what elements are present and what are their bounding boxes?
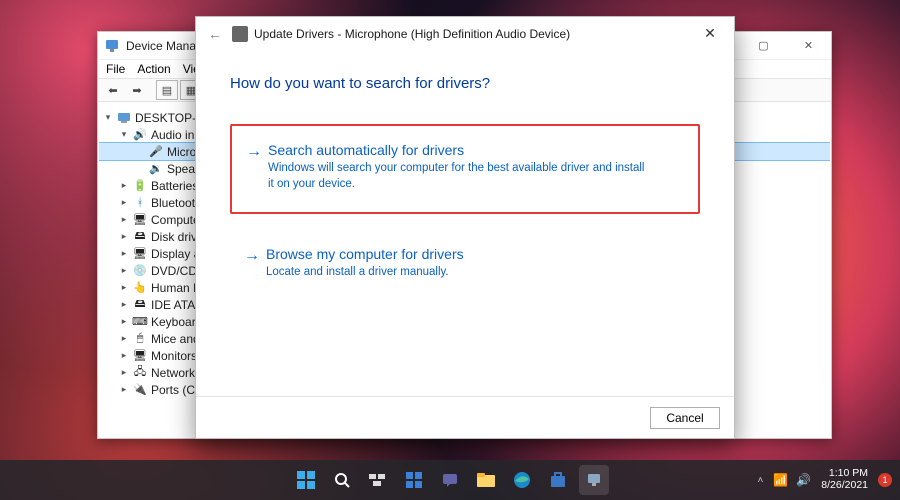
speaker-icon: 🔊 bbox=[132, 128, 148, 142]
keyboard-icon: ⌨ bbox=[132, 315, 148, 329]
dialog-heading: How do you want to search for drivers? bbox=[230, 75, 700, 92]
nav-back-icon[interactable]: ⬅ bbox=[102, 80, 124, 100]
chevron-right-icon[interactable]: ▸ bbox=[117, 350, 131, 361]
explorer-icon[interactable] bbox=[471, 465, 501, 495]
option-title: Search automatically for drivers bbox=[268, 142, 648, 158]
microphone-icon: 🎤 bbox=[148, 145, 164, 159]
chevron-down-icon[interactable]: ▾ bbox=[117, 129, 131, 140]
dialog-title: Update Drivers - Microphone (High Defini… bbox=[254, 27, 570, 41]
search-icon[interactable] bbox=[327, 465, 357, 495]
desktop-background: Device Manager — ▢ ✕ File Action View ⬅ … bbox=[0, 0, 900, 500]
edge-icon[interactable] bbox=[507, 465, 537, 495]
wifi-icon[interactable]: 📶 bbox=[773, 473, 788, 487]
option-description: Locate and install a driver manually. bbox=[266, 265, 464, 281]
speaker-icon: 🔉 bbox=[148, 162, 164, 176]
menu-file[interactable]: File bbox=[106, 62, 125, 76]
chevron-right-icon[interactable]: ▸ bbox=[117, 214, 131, 225]
bluetooth-icon: ᚼ bbox=[132, 196, 148, 210]
chevron-right-icon[interactable]: ▸ bbox=[117, 265, 131, 276]
battery-icon: 🔋 bbox=[132, 179, 148, 193]
store-icon[interactable] bbox=[543, 465, 573, 495]
chevron-right-icon[interactable]: ▸ bbox=[117, 384, 131, 395]
dialog-close-button[interactable]: ✕ bbox=[690, 19, 730, 47]
display-icon: 🖥 bbox=[132, 247, 148, 261]
devmgr-app-icon bbox=[104, 38, 120, 54]
cancel-button[interactable]: Cancel bbox=[650, 407, 720, 429]
menu-action[interactable]: Action bbox=[137, 62, 170, 76]
option-title: Browse my computer for drivers bbox=[266, 246, 464, 262]
close-button[interactable]: ✕ bbox=[786, 32, 831, 59]
chevron-right-icon[interactable]: ▸ bbox=[117, 367, 131, 378]
tray-overflow-icon[interactable]: ˄ bbox=[758, 475, 764, 486]
chevron-right-icon[interactable]: ▸ bbox=[117, 282, 131, 293]
chevron-right-icon[interactable]: ▸ bbox=[117, 197, 131, 208]
back-icon[interactable]: ← bbox=[204, 23, 226, 45]
arrow-right-icon: → bbox=[244, 246, 266, 281]
option-browse-computer[interactable]: → Browse my computer for drivers Locate … bbox=[230, 232, 700, 295]
option-description: Windows will search your computer for th… bbox=[268, 161, 648, 192]
taskbar: ˄ 📶 🔊 1:10 PM 8/26/2021 1 bbox=[0, 460, 900, 500]
computer-icon: 🖥 bbox=[132, 213, 148, 227]
hid-icon: 👆 bbox=[132, 281, 148, 295]
chevron-down-icon[interactable]: ▾ bbox=[101, 112, 115, 123]
start-icon[interactable] bbox=[291, 465, 321, 495]
port-icon: 🔌 bbox=[132, 383, 148, 397]
widgets-icon[interactable] bbox=[399, 465, 429, 495]
option-search-automatically[interactable]: → Search automatically for drivers Windo… bbox=[230, 124, 700, 214]
maximize-button[interactable]: ▢ bbox=[741, 32, 786, 59]
monitor-icon: 🖥 bbox=[132, 349, 148, 363]
chevron-right-icon[interactable]: ▸ bbox=[117, 316, 131, 327]
microphone-device-icon bbox=[232, 26, 248, 42]
chevron-right-icon[interactable]: ▸ bbox=[117, 231, 131, 242]
toolbar-properties-icon[interactable]: ▤ bbox=[156, 80, 178, 100]
taskbar-center-icons bbox=[291, 465, 609, 495]
taskbar-clock[interactable]: 1:10 PM 8/26/2021 bbox=[821, 468, 868, 491]
devmgr-taskbar-icon[interactable] bbox=[579, 465, 609, 495]
disk-icon: 🖴 bbox=[132, 230, 148, 244]
update-drivers-dialog: ← Update Drivers - Microphone (High Defi… bbox=[195, 16, 735, 439]
taskview-icon[interactable] bbox=[363, 465, 393, 495]
chevron-right-icon[interactable]: ▸ bbox=[117, 333, 131, 344]
chevron-right-icon[interactable]: ▸ bbox=[117, 248, 131, 259]
taskbar-right: ˄ 📶 🔊 1:10 PM 8/26/2021 1 bbox=[758, 468, 892, 491]
network-icon: 🖧 bbox=[132, 366, 148, 380]
arrow-right-icon: → bbox=[246, 142, 268, 192]
mouse-icon: 🖱 bbox=[132, 332, 148, 346]
notification-badge[interactable]: 1 bbox=[878, 473, 892, 487]
nav-forward-icon[interactable]: ➡ bbox=[126, 80, 148, 100]
volume-icon[interactable]: 🔊 bbox=[796, 473, 811, 487]
computer-icon bbox=[116, 111, 132, 125]
chevron-right-icon[interactable]: ▸ bbox=[117, 180, 131, 191]
dialog-titlebar[interactable]: ← Update Drivers - Microphone (High Defi… bbox=[196, 17, 734, 51]
chevron-right-icon[interactable]: ▸ bbox=[117, 299, 131, 310]
ide-icon: 🖴 bbox=[132, 298, 148, 312]
chat-icon[interactable] bbox=[435, 465, 465, 495]
dialog-footer: Cancel bbox=[196, 396, 734, 438]
dvd-icon: 💿 bbox=[132, 264, 148, 278]
